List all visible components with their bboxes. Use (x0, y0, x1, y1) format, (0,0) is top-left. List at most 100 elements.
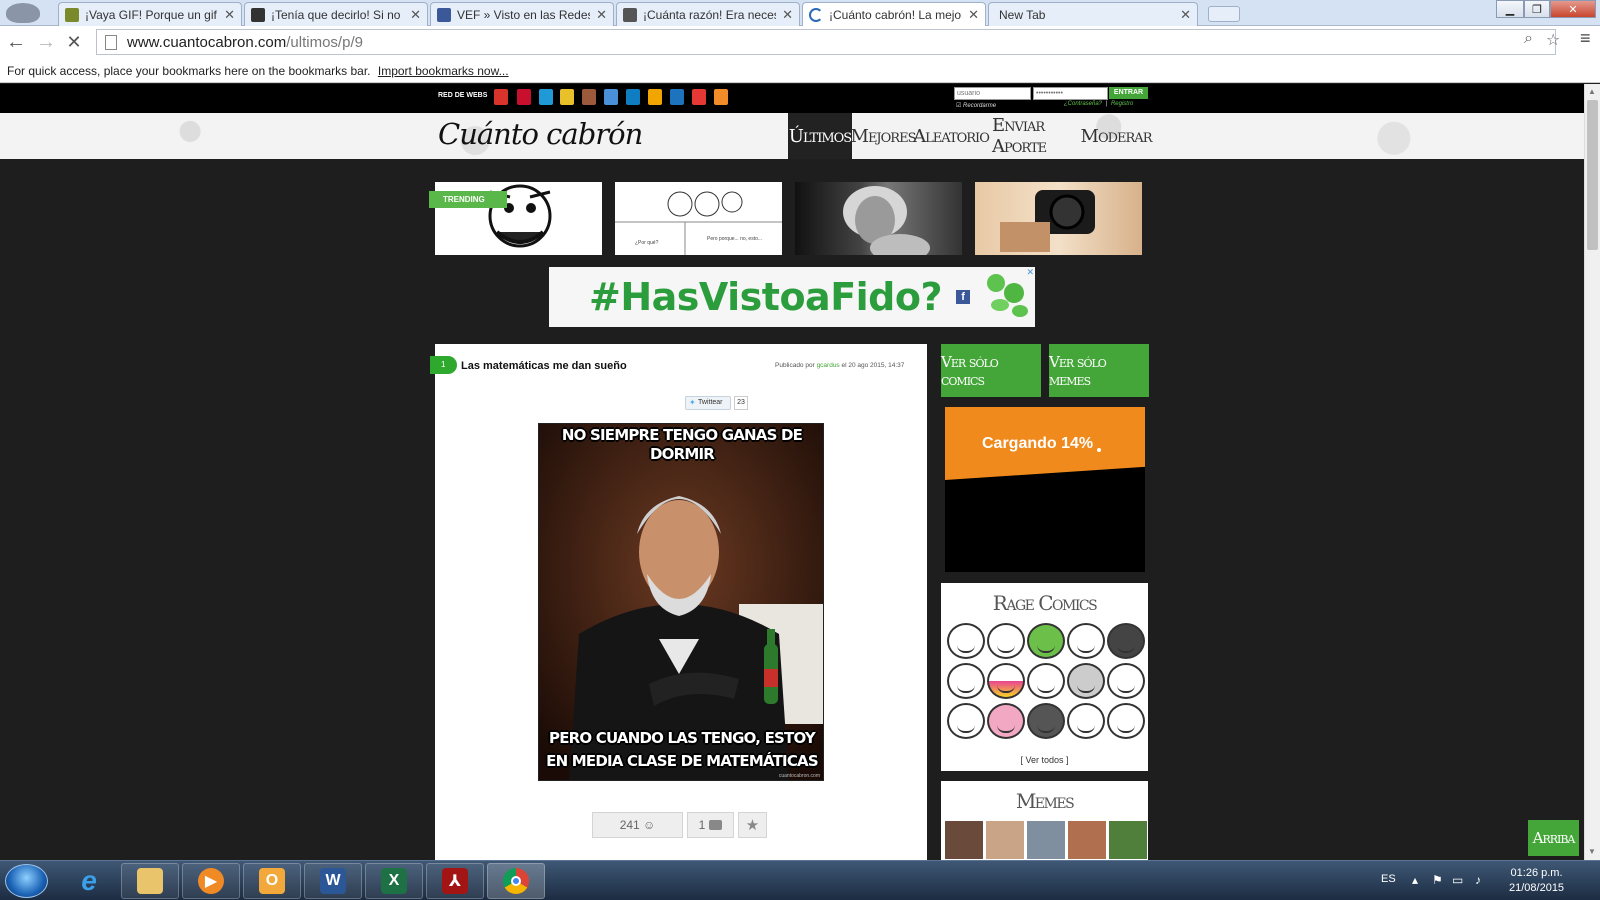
meme-image[interactable]: NO SIEMPRE TENGO GANAS DE DORMIR PERO CU… (538, 423, 824, 781)
outlook-taskbar-button[interactable]: O (243, 863, 301, 899)
network-site-icon[interactable] (560, 89, 574, 105)
search-icon[interactable]: ⌕ (1524, 30, 1533, 48)
rage-face-icon[interactable] (1067, 703, 1105, 739)
input-language-indicator[interactable]: ES (1381, 873, 1396, 885)
action-center-flag-icon[interactable]: ⚑ (1432, 873, 1443, 887)
tab-cuanta-razon[interactable]: ¡Cuánta razón! Era necesa ✕ (616, 2, 800, 26)
memes-title[interactable]: Memes (941, 789, 1148, 813)
rage-face-icon[interactable] (987, 623, 1025, 659)
rage-comics-title[interactable]: Rage Comics (941, 591, 1148, 615)
excel-taskbar-button[interactable]: X (365, 863, 423, 899)
see-only-memes-button[interactable]: Ver sólo memes (1049, 344, 1149, 397)
scroll-up-arrow-icon[interactable]: ▲ (1588, 87, 1596, 96)
network-site-icon[interactable] (582, 89, 596, 105)
network-site-icon[interactable] (714, 89, 728, 105)
back-arrow-icon[interactable]: ← (4, 30, 28, 54)
forgot-password-link[interactable]: ¿Contraseña? (1064, 101, 1102, 107)
tab-new-tab[interactable]: New Tab ✕ (988, 2, 1198, 26)
site-logo[interactable]: Cuánto cabrón (438, 117, 643, 151)
system-clock[interactable]: 01:26 p.m. 21/08/2015 (1509, 866, 1564, 896)
nav-aleatorio[interactable]: Aleatorio (913, 113, 990, 159)
scroll-down-arrow-icon[interactable]: ▼ (1588, 847, 1596, 856)
tab-vef[interactable]: VEF » Visto en las Redes » ✕ (430, 2, 614, 26)
password-input[interactable] (1033, 87, 1108, 100)
nav-ultimos[interactable]: Últimos (788, 113, 852, 159)
login-button[interactable]: ENTRAR (1109, 87, 1148, 99)
scrollbar-thumb[interactable] (1587, 100, 1598, 250)
maximize-button[interactable]: ❐ (1524, 0, 1550, 18)
word-taskbar-button[interactable]: W (304, 863, 362, 899)
address-bar[interactable]: www.cuantocabron.com/ultimos/p/9 (96, 29, 1556, 55)
close-tab-icon[interactable]: ✕ (1180, 7, 1191, 23)
rage-face-icon[interactable] (947, 623, 985, 659)
network-icon[interactable]: ▭ (1452, 873, 1463, 887)
tab-tenia-que-decirlo[interactable]: ¡Tenía que decirlo! Si no n ✕ (244, 2, 428, 26)
new-tab-button[interactable] (1208, 6, 1240, 22)
meme-thumb[interactable] (1109, 821, 1147, 859)
rage-face-icon[interactable] (1027, 663, 1065, 699)
rage-face-icon[interactable] (947, 703, 985, 739)
close-tab-icon[interactable]: ✕ (968, 7, 979, 23)
forward-arrow-icon[interactable]: → (34, 30, 58, 54)
show-hidden-icons-icon[interactable]: ▴ (1412, 873, 1418, 887)
page-scrollbar[interactable]: ▲ ▼ (1584, 84, 1600, 860)
trending-thumb[interactable] (795, 182, 962, 255)
acrobat-taskbar-button[interactable]: ⅄ (426, 863, 484, 899)
ad-close-icon[interactable]: ✕ (1026, 267, 1034, 278)
rage-face-icon[interactable] (1107, 623, 1145, 659)
import-bookmarks-link[interactable]: Import bookmarks now... (378, 64, 509, 78)
see-only-comics-button[interactable]: Ver sólo comics (941, 344, 1041, 397)
trending-thumb[interactable] (975, 182, 1142, 255)
nav-mejores[interactable]: Mejores (851, 113, 917, 159)
register-link[interactable]: Registro (1111, 101, 1133, 107)
rage-face-icon[interactable] (1067, 623, 1105, 659)
ad-banner[interactable]: #HasVistoaFido? f ✕ (549, 267, 1035, 327)
network-site-icon[interactable] (670, 89, 684, 105)
network-site-icon[interactable] (648, 89, 662, 105)
close-window-button[interactable]: ✕ (1550, 0, 1596, 18)
comments-button[interactable]: 1 (687, 812, 734, 838)
scroll-to-top-button[interactable]: Arriba (1528, 820, 1579, 856)
rage-face-icon[interactable] (1067, 663, 1105, 699)
stop-loading-icon[interactable]: ✕ (62, 30, 86, 54)
network-site-icon[interactable] (692, 89, 706, 105)
see-all-rage-link[interactable]: [ Ver todos ] (941, 755, 1148, 765)
minimize-button[interactable]: ▁ (1496, 0, 1524, 18)
rage-face-icon[interactable] (987, 663, 1025, 699)
network-site-icon[interactable] (517, 89, 531, 105)
nav-enviar-aporte[interactable]: Enviar Aporte (992, 113, 1080, 159)
explorer-taskbar-button[interactable] (121, 863, 179, 899)
tab-cuanto-cabron[interactable]: ¡Cuánto cabrón! La mejor ✕ (802, 2, 986, 27)
volume-muted-icon[interactable]: ♪ (1475, 873, 1481, 887)
meme-thumb[interactable] (1068, 821, 1106, 859)
close-tab-icon[interactable]: ✕ (782, 7, 793, 23)
rage-face-icon[interactable] (987, 703, 1025, 739)
meme-thumb[interactable] (1027, 821, 1065, 859)
vote-button[interactable]: 241 ☺ (592, 812, 683, 838)
post-author-link[interactable]: gcardus (817, 362, 840, 369)
close-tab-icon[interactable]: ✕ (410, 7, 421, 23)
rage-face-icon[interactable] (1107, 703, 1145, 739)
tweet-button[interactable]: ✦ Twittear (685, 396, 731, 410)
meme-thumb[interactable] (945, 821, 983, 859)
close-tab-icon[interactable]: ✕ (596, 7, 607, 23)
rage-face-icon[interactable] (1107, 663, 1145, 699)
start-button[interactable] (5, 864, 48, 898)
rage-face-icon[interactable] (947, 663, 985, 699)
rage-face-icon[interactable] (1027, 623, 1065, 659)
network-site-icon[interactable] (539, 89, 553, 105)
remember-me-checkbox[interactable]: ☑ Recordarme (956, 102, 996, 109)
close-tab-icon[interactable]: ✕ (224, 7, 235, 23)
trending-thumb[interactable]: ¿Por qué? Pero porque... no, esto... (615, 182, 782, 255)
post-title[interactable]: Las matemáticas me dan sueño (461, 360, 627, 372)
nav-moderar[interactable]: Moderar (1081, 113, 1153, 159)
rage-face-icon[interactable] (1027, 703, 1065, 739)
network-site-icon[interactable] (604, 89, 618, 105)
tab-vaya-gif[interactable]: ¡Vaya GIF! Porque un gif v ✕ (58, 2, 242, 26)
favorite-button[interactable]: ★ (738, 812, 767, 838)
network-site-icon[interactable] (626, 89, 640, 105)
bookmark-star-icon[interactable]: ☆ (1546, 30, 1560, 50)
network-site-icon[interactable] (494, 89, 508, 105)
chrome-taskbar-button[interactable] (487, 863, 545, 899)
menu-icon[interactable]: ≡ (1580, 28, 1591, 49)
